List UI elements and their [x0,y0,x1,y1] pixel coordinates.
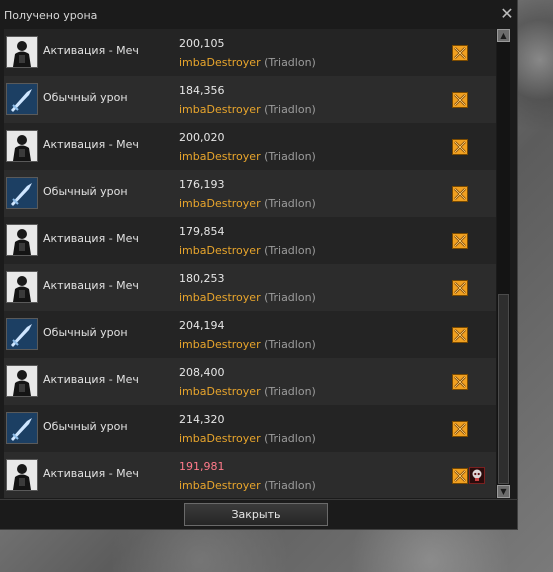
damage-value: 214,320 [179,413,225,426]
damage-list: Активация - Меч 200,105 imbaDestroyer (Tri… [4,29,496,498]
attacker-name: imbaDestroyer [179,385,261,398]
close-button[interactable]: Закрыть [184,503,328,526]
pvp-crossed-swords-icon [452,468,468,484]
scroll-thumb[interactable] [498,294,509,484]
pvp-crossed-swords-icon [452,327,468,343]
attacker-source: imbaDestroyer (Triadlon) [179,197,316,210]
attacker-faction: (Triadlon) [264,197,316,210]
attacker-name: imbaDestroyer [179,244,261,257]
sword-activation-icon [6,271,38,303]
damage-received-window: Получено урона ✕ Активация - Меч 200,105 i… [0,0,518,530]
damage-row: Активация - Меч 200,105 imbaDestroyer (Tri… [4,29,496,76]
damage-row: Активация - Меч 179,854 imbaDestroyer (Tri… [4,217,496,264]
damage-value: 176,193 [179,178,225,191]
normal-damage-icon [6,177,38,209]
pvp-crossed-swords-icon [452,233,468,249]
skill-name: Обычный урон [43,326,128,339]
damage-value: 191,981 [179,460,225,473]
attacker-faction: (Triadlon) [264,385,316,398]
attacker-faction: (Triadlon) [264,244,316,257]
attacker-name: imbaDestroyer [179,103,261,116]
skill-name: Активация - Меч [43,44,139,57]
damage-value: 200,020 [179,131,225,144]
attacker-name: imbaDestroyer [179,150,261,163]
skull-icon [469,467,485,484]
skill-name: Обычный урон [43,185,128,198]
attacker-source: imbaDestroyer (Triadlon) [179,103,316,116]
damage-row: Активация - Меч 208,400 imbaDestroyer (Tri… [4,358,496,405]
attacker-faction: (Triadlon) [264,56,316,69]
attacker-source: imbaDestroyer (Triadlon) [179,432,316,445]
window-titlebar[interactable]: Получено урона ✕ [0,0,518,28]
close-icon[interactable]: ✕ [499,5,515,23]
attacker-source: imbaDestroyer (Triadlon) [179,385,316,398]
attacker-source: imbaDestroyer (Triadlon) [179,56,316,69]
skill-name: Активация - Меч [43,138,139,151]
pvp-crossed-swords-icon [452,45,468,61]
normal-damage-icon [6,412,38,444]
attacker-name: imbaDestroyer [179,197,261,210]
attacker-faction: (Triadlon) [264,479,316,492]
attacker-source: imbaDestroyer (Triadlon) [179,291,316,304]
attacker-source: imbaDestroyer (Triadlon) [179,150,316,163]
attacker-name: imbaDestroyer [179,338,261,351]
attacker-source: imbaDestroyer (Triadlon) [179,338,316,351]
attacker-source: imbaDestroyer (Triadlon) [179,244,316,257]
skill-name: Обычный урон [43,420,128,433]
sword-activation-icon [6,365,38,397]
pvp-crossed-swords-icon [452,186,468,202]
attacker-name: imbaDestroyer [179,432,261,445]
sword-activation-icon [6,459,38,491]
scroll-up-icon[interactable]: ▲ [497,29,510,42]
damage-value: 208,400 [179,366,225,379]
pvp-crossed-swords-icon [452,374,468,390]
sword-activation-icon [6,130,38,162]
damage-row: Активация - Меч 191,981 imbaDestroyer (Tri… [4,452,496,498]
attacker-faction: (Triadlon) [264,150,316,163]
pvp-crossed-swords-icon [452,139,468,155]
skill-name: Активация - Меч [43,279,139,292]
damage-row: Обычный урон 184,356 imbaDestroyer (Triadl… [4,76,496,123]
damage-value: 184,356 [179,84,225,97]
attacker-faction: (Triadlon) [264,432,316,445]
attacker-name: imbaDestroyer [179,56,261,69]
skill-name: Активация - Меч [43,232,139,245]
skill-name: Активация - Меч [43,467,139,480]
damage-row: Активация - Меч 200,020 imbaDestroyer (Tri… [4,123,496,170]
window-title: Получено урона [4,9,98,22]
attacker-name: imbaDestroyer [179,291,261,304]
skill-name: Обычный урон [43,91,128,104]
normal-damage-icon [6,318,38,350]
pvp-crossed-swords-icon [452,280,468,296]
attacker-faction: (Triadlon) [264,338,316,351]
sword-activation-icon [6,36,38,68]
normal-damage-icon [6,83,38,115]
damage-value: 200,105 [179,37,225,50]
pvp-crossed-swords-icon [452,421,468,437]
pvp-crossed-swords-icon [452,92,468,108]
damage-row: Обычный урон 214,320 imbaDestroyer (Triadl… [4,405,496,452]
skill-name: Активация - Меч [43,373,139,386]
sword-activation-icon [6,224,38,256]
damage-row: Обычный урон 176,193 imbaDestroyer (Triadl… [4,170,496,217]
attacker-faction: (Triadlon) [264,103,316,116]
damage-row: Активация - Меч 180,253 imbaDestroyer (Tri… [4,264,496,311]
attacker-faction: (Triadlon) [264,291,316,304]
attacker-name: imbaDestroyer [179,479,261,492]
damage-row: Обычный урон 204,194 imbaDestroyer (Triadl… [4,311,496,358]
damage-value: 179,854 [179,225,225,238]
attacker-source: imbaDestroyer (Triadlon) [179,479,316,492]
scrollbar[interactable]: ▲ ▼ [497,29,510,498]
scroll-down-icon[interactable]: ▼ [497,485,510,498]
footer-divider [0,499,518,500]
damage-value: 180,253 [179,272,225,285]
damage-value: 204,194 [179,319,225,332]
